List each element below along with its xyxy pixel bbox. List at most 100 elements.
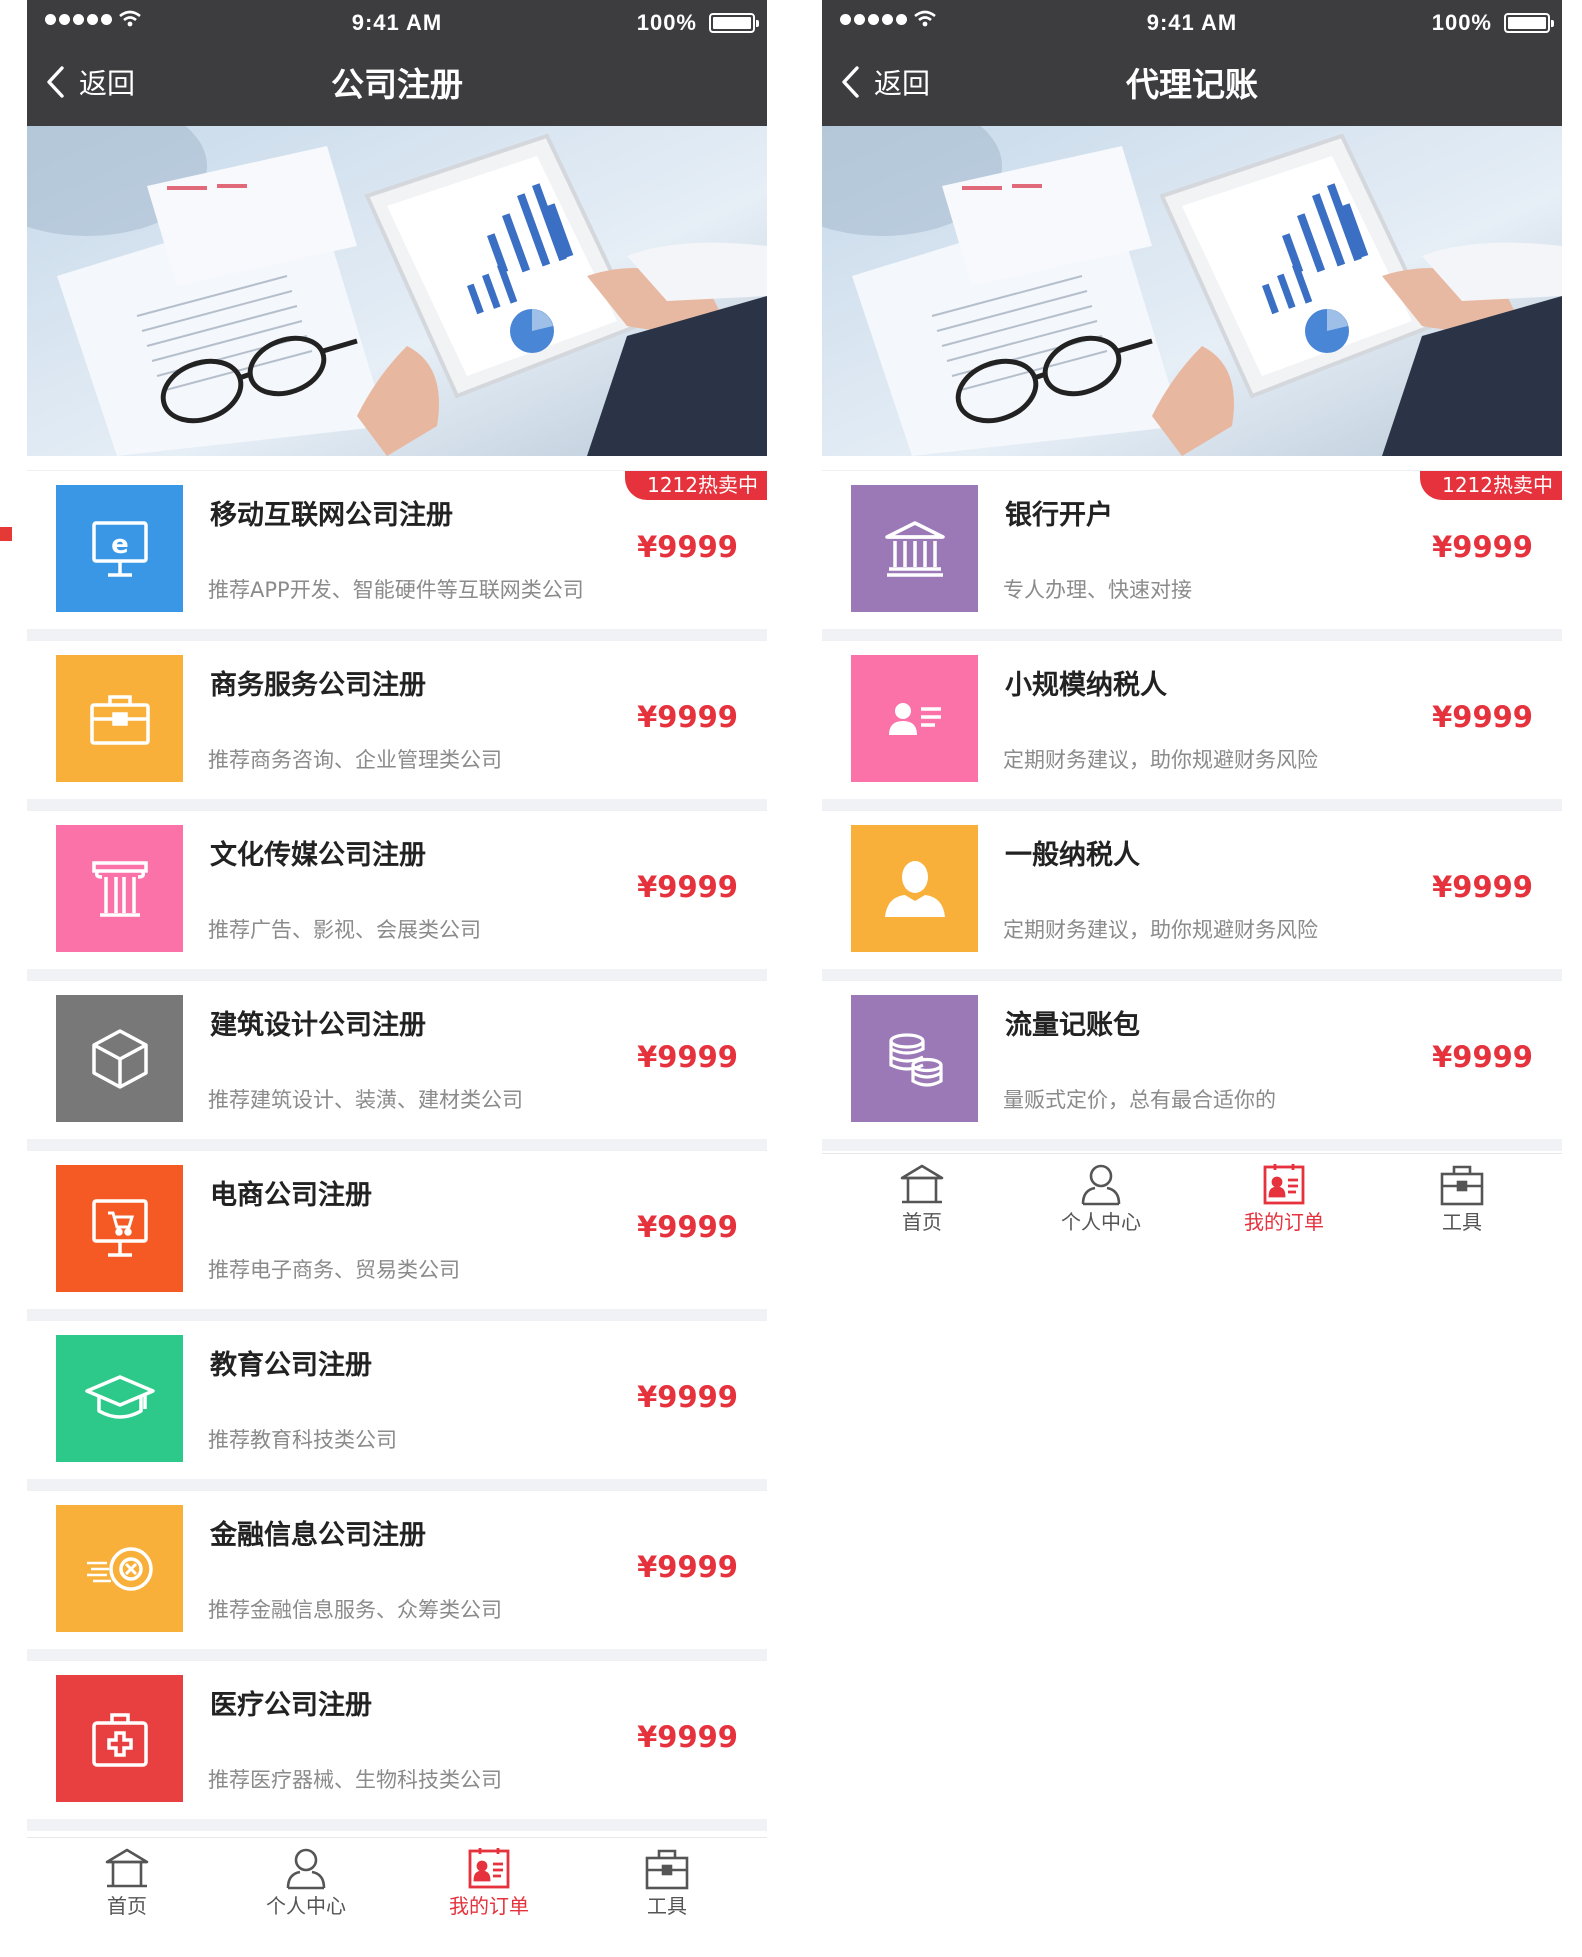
business-report-illustration: [27, 126, 767, 456]
nav-header: 9:41 AM 100% 返回 公司注册: [27, 0, 767, 126]
tile: [56, 655, 183, 782]
tab-home[interactable]: 首页: [57, 1846, 197, 1919]
tab-orders[interactable]: 我的订单: [419, 1846, 559, 1919]
tab-label: 我的订单: [1244, 1210, 1324, 1234]
tab-label: 个人中心: [266, 1894, 346, 1918]
user-outline-icon: [286, 1848, 326, 1890]
item-title: 电商公司注册: [210, 1180, 372, 1211]
column-icon: [91, 860, 148, 917]
tab-label: 首页: [902, 1210, 942, 1234]
item-description: 专人办理、快速对接: [1003, 578, 1192, 602]
item-price: ¥9999: [637, 1210, 738, 1244]
tile: [56, 1505, 183, 1632]
battery-indicator: 100%: [636, 10, 759, 36]
tile: [851, 825, 978, 952]
tile: [851, 995, 978, 1122]
divider: [27, 1479, 767, 1491]
divider: [822, 969, 1562, 981]
id-card-icon: [888, 702, 941, 735]
item-description: 量贩式定价，总有最合适你的: [1003, 1088, 1276, 1112]
item-price: ¥9999: [1432, 1040, 1533, 1074]
svg-text:e: e: [111, 530, 129, 560]
bank-icon: [884, 520, 945, 577]
business-report-illustration: [822, 126, 1562, 456]
item-title: 移动互联网公司注册: [210, 500, 453, 531]
internet-screen-icon: e: [91, 520, 148, 577]
item-title: 商务服务公司注册: [210, 670, 426, 701]
company-registration-screen: 9:41 AM 100% 返回 公司注册 e 移动互联网公司注册 推荐APP开发…: [27, 0, 767, 1957]
page-title: 代理记账: [1126, 65, 1258, 104]
tab-tools[interactable]: 工具: [597, 1846, 737, 1919]
tile: [56, 1335, 183, 1462]
tab-bar: 首页 个人中心 我的订单 工具: [27, 1837, 767, 1930]
tile: [56, 1675, 183, 1802]
toolbox-icon: [645, 1849, 689, 1890]
tab-orders[interactable]: 我的订单: [1214, 1162, 1354, 1235]
selection-marker: [0, 527, 12, 541]
divider: [27, 1139, 767, 1151]
divider: [822, 629, 1562, 641]
divider: [822, 799, 1562, 811]
item-title: 银行开户: [1005, 500, 1113, 531]
item-description: 定期财务建议，助你规避财务风险: [1003, 748, 1318, 772]
battery-icon: [709, 13, 759, 33]
tab-label: 工具: [1442, 1210, 1482, 1234]
user-outline-icon: [1081, 1164, 1121, 1206]
item-price: ¥9999: [637, 700, 738, 734]
list-item[interactable]: 银行开户 专人办理、快速对接 ¥9999 1212热卖中: [822, 471, 1562, 621]
item-price: ¥9999: [637, 1550, 738, 1584]
divider: [27, 629, 767, 641]
list-item[interactable]: 电商公司注册 推荐电子商务、贸易类公司 ¥9999: [27, 1151, 767, 1301]
hot-sale-badge: 1212热卖中: [625, 471, 767, 500]
tile: [851, 485, 978, 612]
list-item[interactable]: 商务服务公司注册 推荐商务咨询、企业管理类公司 ¥9999: [27, 641, 767, 791]
tab-label: 首页: [107, 1894, 147, 1918]
tab-tools[interactable]: 工具: [1392, 1162, 1532, 1235]
battery-percent: 100%: [636, 10, 697, 35]
item-price: ¥9999: [637, 870, 738, 904]
divider: [27, 799, 767, 811]
item-title: 流量记账包: [1005, 1010, 1140, 1041]
list-item[interactable]: 建筑设计公司注册 推荐建筑设计、装潢、建材类公司 ¥9999: [27, 981, 767, 1131]
tile: [851, 655, 978, 782]
tile: [56, 825, 183, 952]
item-description: 推荐教育科技类公司: [208, 1428, 397, 1452]
tile: [56, 1165, 183, 1292]
item-title: 建筑设计公司注册: [210, 1010, 426, 1041]
item-price: ¥9999: [1432, 530, 1533, 564]
tab-profile[interactable]: 个人中心: [1031, 1162, 1171, 1235]
item-description: 推荐商务咨询、企业管理类公司: [208, 748, 502, 772]
list-item[interactable]: 小规模纳税人 定期财务建议，助你规避财务风险 ¥9999: [822, 641, 1562, 791]
order-card-icon: [1263, 1164, 1305, 1205]
item-title: 文化传媒公司注册: [210, 840, 426, 871]
list-item[interactable]: 金融信息公司注册 推荐金融信息服务、众筹类公司 ¥9999: [27, 1491, 767, 1641]
nav-header: 9:41 AM 100% 返回 代理记账: [822, 0, 1562, 126]
tab-label: 我的订单: [449, 1894, 529, 1918]
medical-kit-icon: [91, 1712, 148, 1767]
item-description: 定期财务建议，助你规避财务风险: [1003, 918, 1318, 942]
coin-stack-icon: [888, 1032, 943, 1087]
battery-percent: 100%: [1431, 10, 1492, 35]
list-item[interactable]: 文化传媒公司注册 推荐广告、影视、会展类公司 ¥9999: [27, 811, 767, 961]
list-item[interactable]: 一般纳税人 定期财务建议，助你规避财务风险 ¥9999: [822, 811, 1562, 961]
tab-profile[interactable]: 个人中心: [236, 1846, 376, 1919]
battery-icon: [1504, 13, 1554, 33]
item-price: ¥9999: [637, 1380, 738, 1414]
tab-label: 工具: [647, 1894, 687, 1918]
list-item[interactable]: 教育公司注册 推荐教育科技类公司 ¥9999: [27, 1321, 767, 1471]
divider: [27, 1819, 767, 1831]
battery-indicator: 100%: [1431, 10, 1554, 36]
tab-home[interactable]: 首页: [852, 1162, 992, 1235]
home-icon: [900, 1164, 944, 1204]
banner-image: [27, 126, 767, 456]
item-title: 教育公司注册: [210, 1350, 372, 1381]
item-price: ¥9999: [1432, 870, 1533, 904]
banner-image: [822, 126, 1562, 456]
item-price: ¥9999: [637, 1040, 738, 1074]
item-title: 小规模纳税人: [1005, 670, 1167, 701]
list-item[interactable]: 医疗公司注册 推荐医疗器械、生物科技类公司 ¥9999: [27, 1661, 767, 1811]
list-item[interactable]: e 移动互联网公司注册 推荐APP开发、智能硬件等互联网类公司 ¥9999 12…: [27, 471, 767, 621]
list-item[interactable]: 流量记账包 量贩式定价，总有最合适你的 ¥9999: [822, 981, 1562, 1131]
page-title: 公司注册: [331, 65, 463, 104]
tab-label: 个人中心: [1061, 1210, 1141, 1234]
